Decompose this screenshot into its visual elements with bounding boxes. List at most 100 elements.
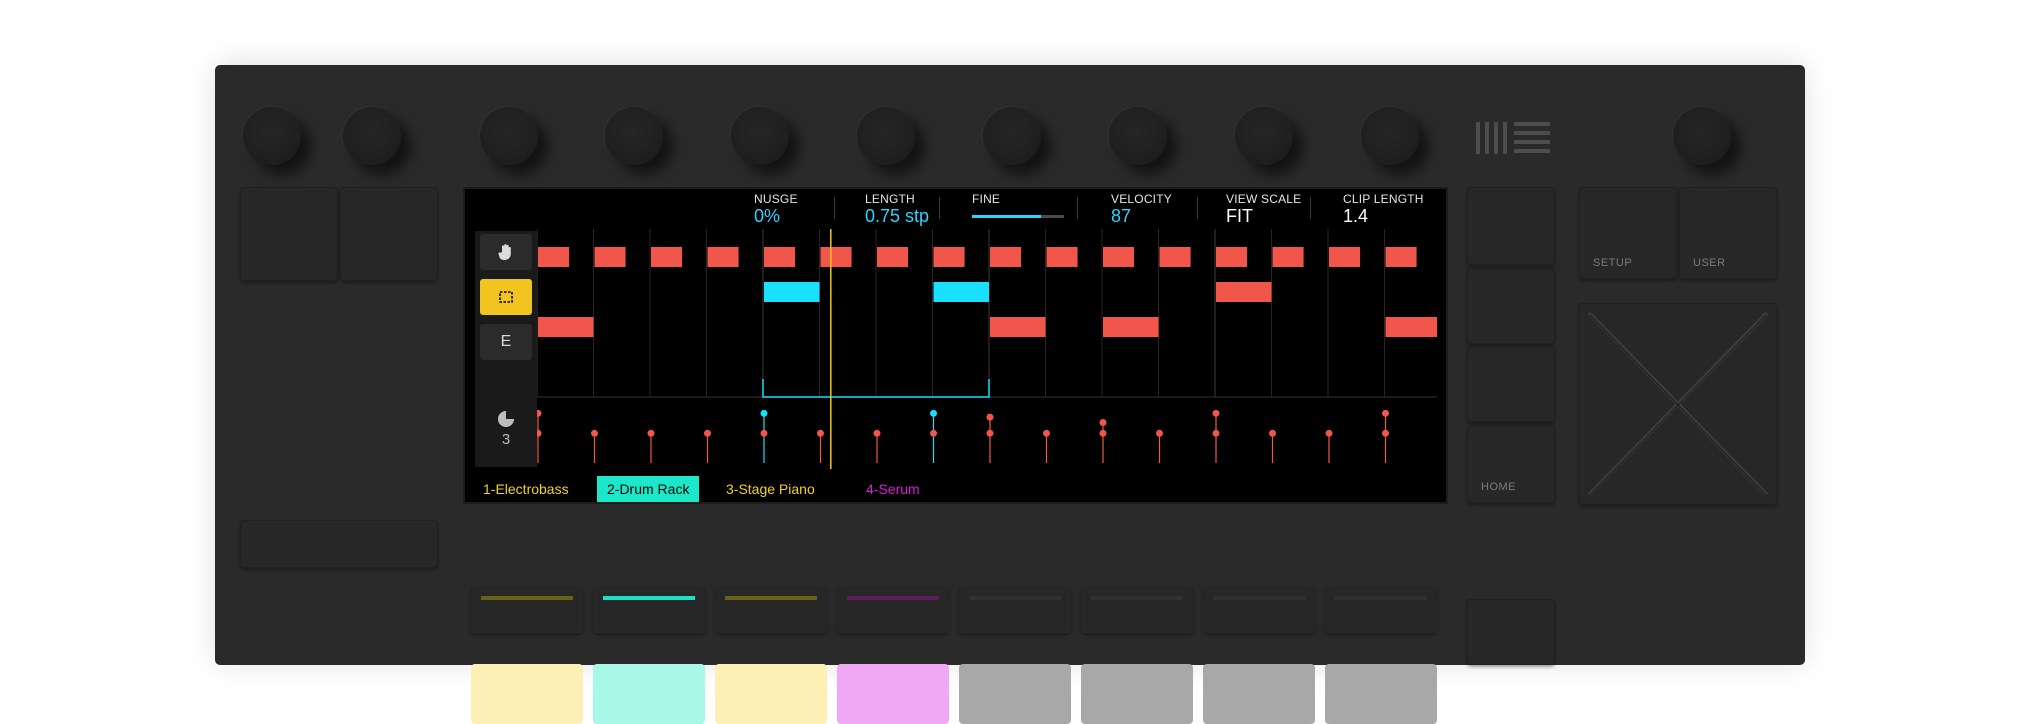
velocity-handle[interactable] (1099, 429, 1107, 437)
metronome-button[interactable] (340, 187, 438, 281)
upper-row-button-2[interactable] (593, 586, 705, 633)
encoder-4-knob[interactable] (857, 107, 915, 165)
note[interactable] (1216, 282, 1272, 302)
encoder-6-knob[interactable] (1109, 107, 1167, 165)
pad-4[interactable] (837, 664, 949, 724)
velocity-handle[interactable] (537, 429, 542, 437)
note[interactable] (1103, 247, 1135, 267)
track-tab-4[interactable]: 4-Serum (856, 476, 930, 502)
velocity-handle[interactable] (1212, 429, 1220, 437)
encoder-3-knob[interactable] (731, 107, 789, 165)
pad-1[interactable] (471, 664, 583, 724)
pad-6[interactable] (1081, 664, 1193, 724)
upper-row-button-6[interactable] (1081, 586, 1193, 633)
note[interactable] (538, 317, 594, 337)
velocity-handle[interactable] (1325, 429, 1333, 437)
velocity-handle[interactable] (1382, 429, 1389, 437)
velocity-handle[interactable] (760, 409, 768, 417)
note[interactable] (990, 247, 1022, 267)
velocity-handle[interactable] (986, 413, 994, 421)
encoder-1-knob[interactable] (480, 107, 538, 165)
velocity-handle[interactable] (873, 429, 881, 437)
encoder-7-knob[interactable] (1235, 107, 1293, 165)
note[interactable] (933, 247, 965, 267)
velocity-handle[interactable] (817, 429, 824, 437)
note[interactable] (1046, 247, 1078, 267)
note[interactable] (1216, 247, 1248, 267)
pad-7[interactable] (1203, 664, 1315, 724)
velocity-handle[interactable] (1269, 429, 1276, 437)
note[interactable] (1385, 317, 1438, 337)
pad-5[interactable] (959, 664, 1071, 724)
encoder-5-knob[interactable] (983, 107, 1041, 165)
note[interactable] (877, 247, 909, 267)
master-knob[interactable] (1673, 107, 1731, 165)
note[interactable] (764, 282, 820, 302)
length-param[interactable]: LENGTH 0.75 stp (865, 192, 929, 227)
side-button-2[interactable] (1467, 268, 1555, 344)
note[interactable] (1272, 247, 1304, 267)
note[interactable] (933, 282, 990, 302)
note[interactable] (764, 247, 796, 267)
track-tab-1[interactable]: 1-Electrobass (473, 476, 579, 502)
velocity-handle[interactable] (1382, 409, 1389, 417)
upper-row-button-5[interactable] (959, 586, 1071, 633)
note[interactable] (538, 247, 570, 267)
note[interactable] (1103, 317, 1159, 337)
note[interactable] (1159, 247, 1191, 267)
note[interactable] (707, 247, 739, 267)
upper-row-button-3[interactable] (715, 586, 827, 633)
user-button[interactable]: USER (1679, 187, 1777, 279)
velocity-handle[interactable] (1212, 409, 1220, 417)
side-button-bottom[interactable] (1467, 599, 1555, 665)
tap-tempo-button[interactable] (240, 187, 338, 281)
velocity-handle[interactable] (1043, 429, 1050, 437)
view-scale-param[interactable]: VIEW SCALE FIT (1226, 192, 1301, 227)
velocity-handle[interactable] (930, 429, 937, 437)
clip-length-param[interactable]: CLIP LENGTH 1.4 (1343, 192, 1424, 227)
note[interactable] (990, 317, 1046, 337)
erase-tool[interactable]: E (480, 324, 532, 360)
velocity-handle[interactable] (986, 429, 994, 437)
side-button-3[interactable] (1467, 346, 1555, 422)
note[interactable] (820, 247, 852, 267)
home-button[interactable]: HOME (1467, 425, 1555, 503)
navigation-pad[interactable] (1579, 303, 1777, 505)
pad-8[interactable] (1325, 664, 1437, 724)
upper-row-button-8[interactable] (1325, 586, 1437, 633)
side-button-1[interactable] (1467, 187, 1555, 265)
fine-slider[interactable] (972, 215, 1064, 218)
note-grid[interactable] (537, 229, 1437, 469)
encoder-2-knob[interactable] (605, 107, 663, 165)
tempo-knob[interactable] (243, 107, 301, 165)
pad-3[interactable] (715, 664, 827, 724)
note[interactable] (1385, 247, 1417, 267)
pad-2[interactable] (593, 664, 705, 724)
fine-param[interactable]: FINE (972, 192, 1064, 218)
velocity-handle[interactable] (1156, 429, 1163, 437)
velocity-handle[interactable] (930, 409, 937, 417)
velocity-param[interactable]: VELOCITY 87 (1111, 192, 1172, 227)
velocity-handle[interactable] (537, 409, 542, 417)
velocity-handle[interactable] (760, 429, 768, 437)
encoder-8-knob[interactable] (1361, 107, 1419, 165)
note[interactable] (1329, 247, 1361, 267)
upper-row-button-4[interactable] (837, 586, 949, 633)
grid-resolution-control[interactable]: 3 (480, 407, 532, 459)
upper-row-button-7[interactable] (1203, 586, 1315, 633)
velocity-handle[interactable] (647, 429, 655, 437)
note[interactable] (651, 247, 683, 267)
swing-knob[interactable] (343, 107, 401, 165)
select-tool[interactable] (480, 279, 532, 315)
track-tab-3[interactable]: 3-Stage Piano (716, 476, 825, 502)
velocity-handle[interactable] (704, 429, 711, 437)
setup-button[interactable]: SETUP (1579, 187, 1677, 279)
track-tab-2[interactable]: 2-Drum Rack (597, 476, 700, 502)
delete-button[interactable] (240, 520, 438, 568)
nudge-param[interactable]: NUSGE 0% (754, 192, 798, 227)
upper-row-button-1[interactable] (471, 586, 583, 633)
hand-tool[interactable] (480, 234, 532, 270)
velocity-handle[interactable] (591, 429, 598, 437)
velocity-handle[interactable] (1099, 419, 1107, 426)
note[interactable] (594, 247, 626, 267)
